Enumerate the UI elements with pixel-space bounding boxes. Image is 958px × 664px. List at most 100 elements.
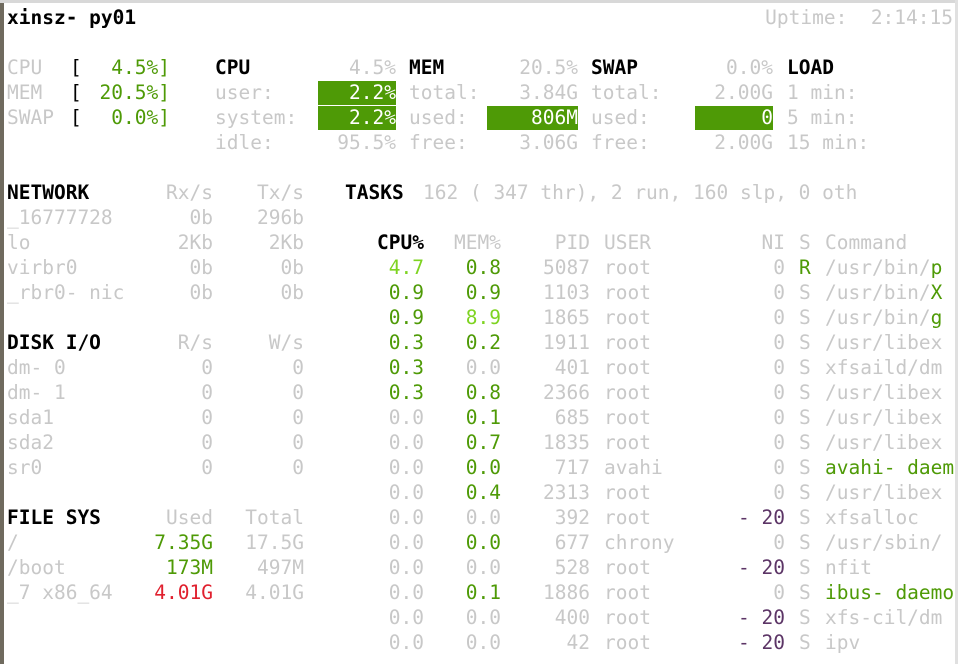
disk-row-name: sda2	[7, 431, 54, 454]
process-command[interactable]: /usr/libex	[825, 431, 942, 455]
quicklook-bracket: [	[70, 81, 82, 104]
cpu-value: 95.5%	[337, 131, 396, 154]
process-command[interactable]: ipv	[825, 631, 860, 655]
network-title: NETWORK	[7, 181, 90, 204]
cpu-bar: 2.2%	[318, 81, 396, 105]
process-command[interactable]: avahi- daem	[825, 456, 954, 480]
fs-title: FILE SYS	[7, 506, 101, 529]
disk-row-col2: 0	[292, 431, 304, 454]
fs-row-name: /	[7, 531, 19, 554]
disk-title: DISK I/O	[7, 331, 101, 354]
process-status: S	[799, 431, 811, 454]
swap-title: SWAP	[591, 56, 638, 79]
process-ni: 0	[773, 256, 785, 279]
swap-label: used:	[591, 106, 650, 129]
load-label: 15 min:	[787, 131, 870, 154]
process-ni: - 20	[738, 556, 785, 579]
process-mem: 0.0	[465, 606, 501, 629]
process-user: chrony	[604, 531, 675, 554]
swap-total: 0.0%	[726, 56, 773, 79]
process-command[interactable]: /usr/libex	[825, 331, 942, 355]
swap-value: 2.00G	[714, 81, 773, 104]
process-user: root	[604, 406, 651, 429]
command-segment: g	[930, 306, 943, 329]
command-segment: avahi- daem	[825, 456, 955, 479]
col-cpu-header[interactable]: CPU%	[377, 231, 424, 255]
process-user: root	[604, 581, 651, 604]
disk-row-name: dm- 1	[7, 381, 66, 404]
cpu-label: idle:	[215, 131, 274, 154]
process-cpu: 4.7	[388, 256, 424, 279]
network-row-col2: 0b	[280, 281, 304, 304]
command-segment: ibus- daemo	[825, 581, 955, 604]
process-pid: 2366	[543, 381, 590, 404]
fs-row-col1: 7.35G	[154, 531, 213, 554]
tasks-summary: 162 ( 347 thr), 2 run, 160 slp, 0 oth	[423, 181, 858, 204]
process-cpu: 0.9	[388, 306, 424, 329]
command-segment: xfsalloc	[825, 506, 919, 529]
process-mem: 0.8	[465, 256, 501, 279]
process-mem: 0.1	[465, 581, 501, 604]
process-pid: 42	[566, 631, 590, 654]
mem-label: total:	[409, 81, 480, 104]
col-mem-header[interactable]: MEM%	[454, 231, 501, 255]
mem-total: 20.5%	[519, 56, 578, 79]
fs-row-col2: 497M	[257, 556, 304, 579]
network-row-col1: 0b	[189, 281, 213, 304]
command-segment: /usr/libex	[825, 431, 943, 454]
process-cpu: 0.0	[388, 406, 424, 429]
process-ni: 0	[773, 356, 785, 379]
process-user: root	[604, 381, 651, 404]
network-row-name: virbr0	[7, 256, 78, 279]
process-ni: 0	[773, 531, 785, 554]
process-command[interactable]: /usr/libex	[825, 481, 942, 505]
process-command[interactable]: /usr/libex	[825, 381, 942, 405]
process-ni: 0	[773, 281, 785, 304]
process-pid: 5087	[543, 256, 590, 279]
process-cpu: 0.3	[388, 381, 424, 404]
process-status: S	[799, 406, 811, 429]
process-command[interactable]: xfsaild/dm	[825, 356, 942, 380]
cpu-label: user:	[215, 81, 274, 104]
process-ni: - 20	[738, 506, 785, 529]
cpu-bar-value: 2.2%	[349, 106, 396, 129]
cpu-bar-value: 2.2%	[349, 81, 396, 104]
process-cpu: 0.0	[388, 506, 424, 529]
process-mem: 0.9	[465, 281, 501, 304]
mem-title: MEM	[409, 56, 445, 79]
process-pid: 717	[554, 456, 590, 479]
quicklook-bracket: [	[70, 56, 82, 79]
col-ni-header[interactable]: NI	[762, 231, 785, 255]
col-pid-header[interactable]: PID	[555, 231, 590, 255]
process-mem: 0.0	[465, 556, 501, 579]
process-command[interactable]: /usr/bin/p	[825, 256, 942, 280]
process-command[interactable]: ibus- daemo	[825, 581, 954, 605]
fs-col2-header: Total	[245, 506, 304, 529]
process-ni: 0	[773, 331, 785, 354]
process-command[interactable]: /usr/bin/X	[825, 281, 942, 305]
col-s-header[interactable]: S	[799, 231, 811, 255]
mem-bar-value: 806M	[531, 106, 578, 129]
process-command[interactable]: xfs-cil/dm	[825, 606, 942, 630]
col-user-header[interactable]: USER	[604, 231, 651, 255]
network-row-col2: 2Kb	[268, 231, 304, 254]
mem-value: 3.84G	[519, 81, 578, 104]
process-status: S	[799, 606, 811, 629]
process-user: root	[604, 356, 651, 379]
disk-row-col2: 0	[292, 456, 304, 479]
command-segment: /usr/bin/	[825, 281, 931, 304]
command-segment: /usr/libex	[825, 481, 943, 504]
disk-row-col2: 0	[292, 356, 304, 379]
process-command[interactable]: /usr/sbin/	[825, 531, 942, 555]
network-row-col1: 0b	[189, 256, 213, 279]
process-command[interactable]: /usr/libex	[825, 406, 942, 430]
process-cpu: 0.0	[388, 606, 424, 629]
process-command[interactable]: xfsalloc	[825, 506, 919, 530]
col-command-header[interactable]: Command	[825, 231, 907, 255]
process-ni: - 20	[738, 606, 785, 629]
fs-row-col1: 173M	[166, 556, 213, 579]
process-mem: 0.0	[465, 631, 501, 654]
process-command[interactable]: /usr/bin/g	[825, 306, 942, 330]
process-command[interactable]: nfit	[825, 556, 872, 580]
command-segment: /usr/bin/	[825, 256, 931, 279]
